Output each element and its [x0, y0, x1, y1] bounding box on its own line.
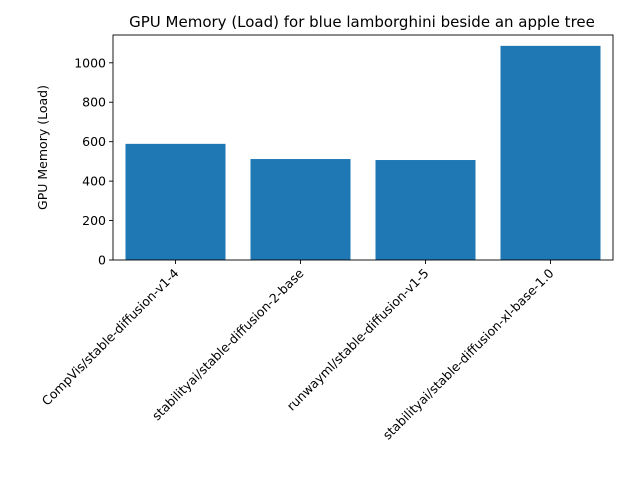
- y-tick-label-3: 600: [82, 134, 106, 149]
- bars-group: [125, 45, 601, 260]
- bar-2: [375, 160, 476, 260]
- bar-3: [500, 45, 601, 260]
- y-axis-label: GPU Memory (Load): [35, 85, 50, 210]
- chart-title: GPU Memory (Load) for blue lamborghini b…: [129, 13, 595, 31]
- y-tick-label-5: 1000: [74, 55, 106, 70]
- bar-0: [125, 143, 226, 260]
- y-tick-label-1: 200: [82, 213, 106, 228]
- x-tick-label-2: runwayml/stable-diffusion-v1-5: [284, 266, 432, 414]
- y-tick-label-2: 400: [82, 174, 106, 189]
- y-tick-label-0: 0: [98, 253, 106, 268]
- bar-1: [250, 159, 351, 260]
- y-tick-label-4: 800: [82, 95, 106, 110]
- bar-chart: GPU Memory (Load) for blue lamborghini b…: [35, 13, 614, 443]
- y-axis-ticks: 0 200 400 600 800 1000: [74, 55, 113, 268]
- x-tick-label-1: stabilityai/stable-diffusion-2-base: [149, 265, 307, 423]
- x-axis-ticks: CompVis/stable-diffusion-v1-4stabilityai…: [39, 260, 557, 443]
- x-tick-label-0: CompVis/stable-diffusion-v1-4: [39, 265, 182, 408]
